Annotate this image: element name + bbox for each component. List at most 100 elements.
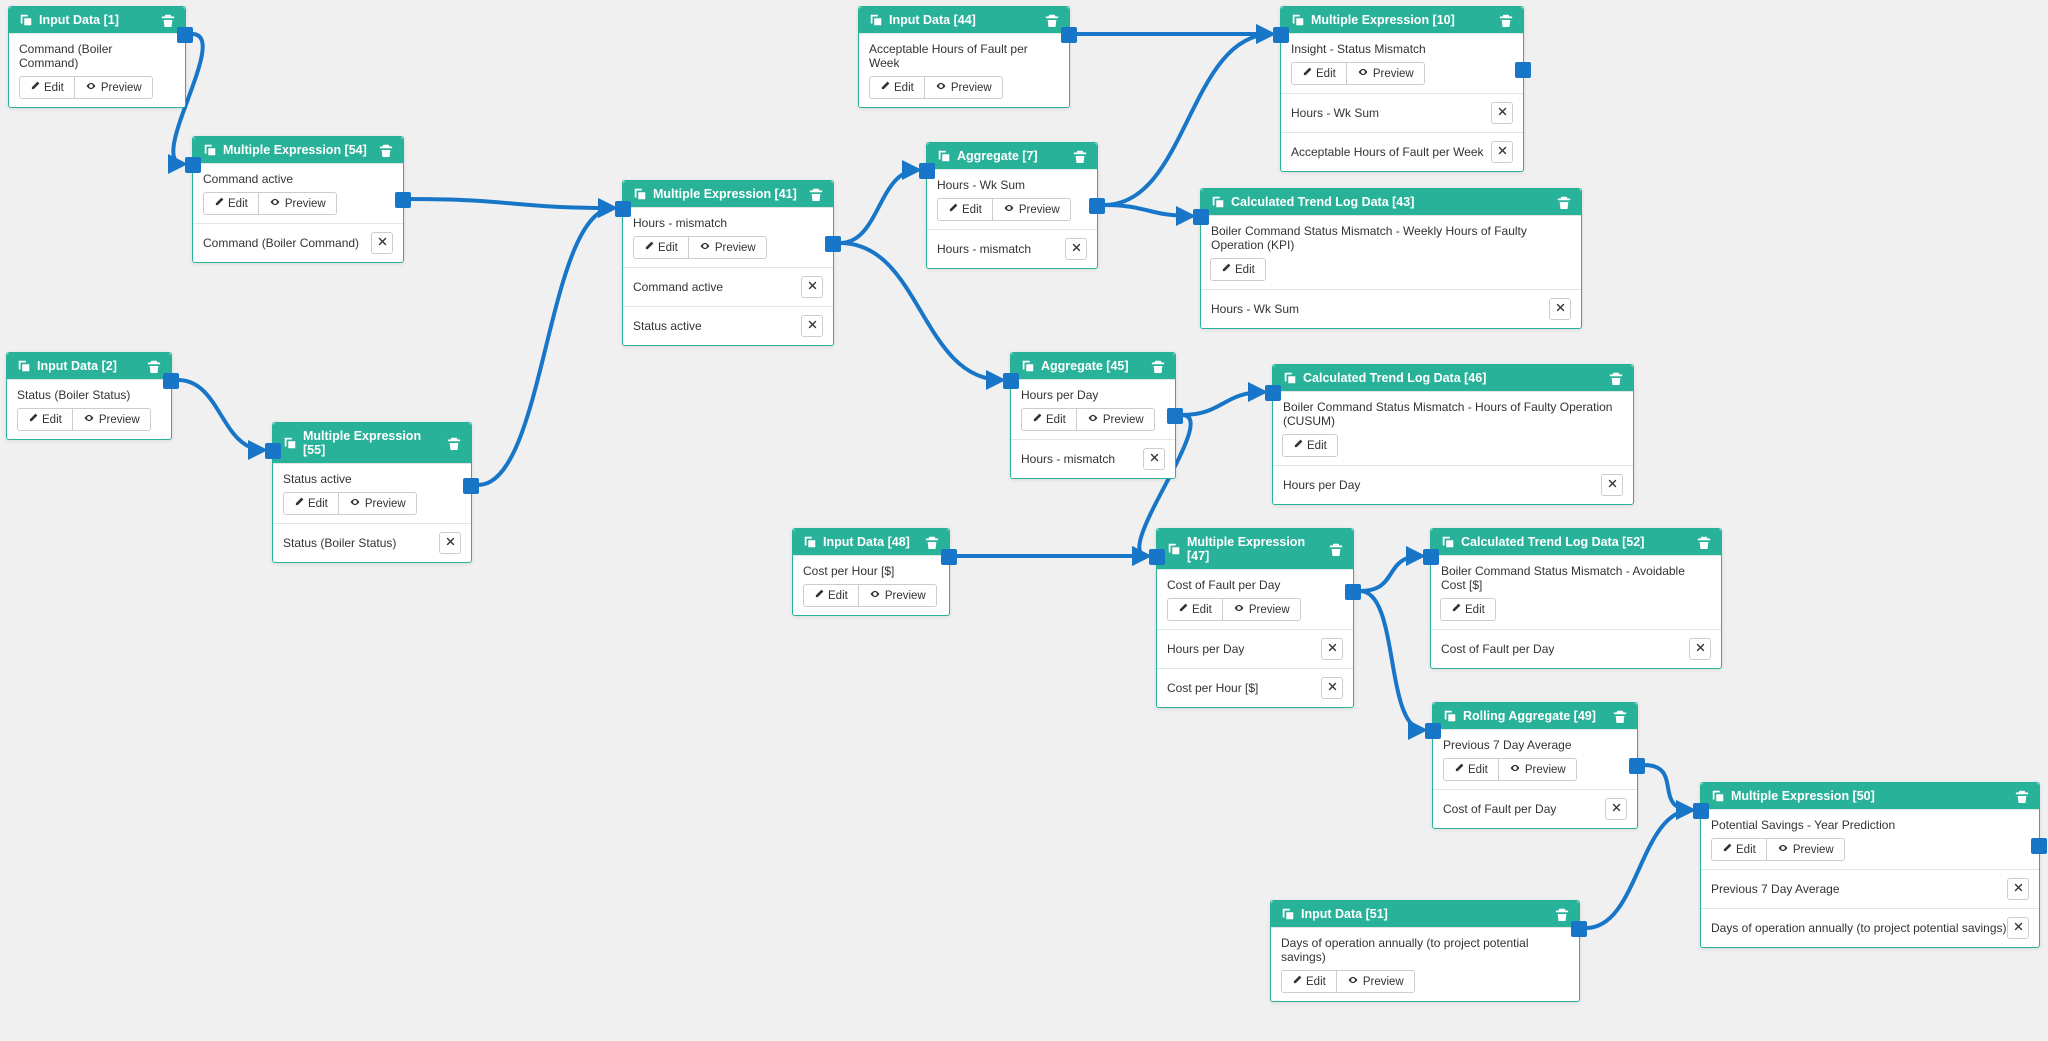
node-n44[interactable]: Input Data [44]Acceptable Hours of Fault… bbox=[858, 6, 1070, 108]
node-n46[interactable]: Calculated Trend Log Data [46]Boiler Com… bbox=[1272, 364, 1634, 505]
preview-button[interactable]: Preview bbox=[992, 198, 1071, 221]
input-port[interactable] bbox=[1149, 549, 1165, 565]
output-port[interactable] bbox=[1167, 408, 1183, 424]
trash-icon[interactable] bbox=[161, 13, 175, 27]
node-header[interactable]: Input Data [51] bbox=[1271, 901, 1579, 927]
node-header[interactable]: Multiple Expression [50] bbox=[1701, 783, 2039, 809]
trash-icon[interactable] bbox=[1555, 907, 1569, 921]
node-n47[interactable]: Multiple Expression [47]Cost of Fault pe… bbox=[1156, 528, 1354, 708]
output-port[interactable] bbox=[395, 192, 411, 208]
input-port[interactable] bbox=[265, 443, 281, 459]
edit-button[interactable]: Edit bbox=[633, 236, 689, 259]
edit-button[interactable]: Edit bbox=[203, 192, 259, 215]
input-port[interactable] bbox=[185, 157, 201, 173]
edit-button[interactable]: Edit bbox=[869, 76, 925, 99]
input-port[interactable] bbox=[1423, 549, 1439, 565]
input-port[interactable] bbox=[1273, 27, 1289, 43]
node-header[interactable]: Multiple Expression [47] bbox=[1157, 529, 1353, 569]
preview-button[interactable]: Preview bbox=[72, 408, 151, 431]
input-port[interactable] bbox=[1693, 803, 1709, 819]
connection-edge[interactable] bbox=[1644, 765, 1692, 810]
trash-icon[interactable] bbox=[147, 359, 161, 373]
trash-icon[interactable] bbox=[1499, 13, 1513, 27]
preview-button[interactable]: Preview bbox=[688, 236, 767, 259]
node-header[interactable]: Input Data [1] bbox=[9, 7, 185, 33]
remove-input-button[interactable] bbox=[371, 232, 393, 254]
edit-button[interactable]: Edit bbox=[1291, 62, 1347, 85]
edit-button[interactable]: Edit bbox=[1021, 408, 1077, 431]
remove-input-button[interactable] bbox=[1601, 474, 1623, 496]
trash-icon[interactable] bbox=[2015, 789, 2029, 803]
node-n50[interactable]: Multiple Expression [50]Potential Saving… bbox=[1700, 782, 2040, 948]
connection-edge[interactable] bbox=[478, 208, 614, 485]
remove-input-button[interactable] bbox=[1321, 638, 1343, 660]
remove-input-button[interactable] bbox=[801, 315, 823, 337]
node-header[interactable]: Aggregate [45] bbox=[1011, 353, 1175, 379]
connection-edge[interactable] bbox=[1104, 34, 1272, 205]
node-n45[interactable]: Aggregate [45]Hours per DayEditPreviewHo… bbox=[1010, 352, 1176, 479]
output-port[interactable] bbox=[825, 236, 841, 252]
node-header[interactable]: Multiple Expression [10] bbox=[1281, 7, 1523, 33]
trash-icon[interactable] bbox=[1045, 13, 1059, 27]
output-port[interactable] bbox=[1571, 921, 1587, 937]
node-header[interactable]: Rolling Aggregate [49] bbox=[1433, 703, 1637, 729]
edit-button[interactable]: Edit bbox=[1440, 598, 1496, 621]
preview-button[interactable]: Preview bbox=[924, 76, 1003, 99]
connection-edge[interactable] bbox=[1104, 205, 1192, 216]
input-port[interactable] bbox=[1193, 209, 1209, 225]
edit-button[interactable]: Edit bbox=[937, 198, 993, 221]
node-n7[interactable]: Aggregate [7]Hours - Wk SumEditPreviewHo… bbox=[926, 142, 1098, 269]
trash-icon[interactable] bbox=[379, 143, 393, 157]
input-port[interactable] bbox=[1265, 385, 1281, 401]
input-port[interactable] bbox=[1003, 373, 1019, 389]
node-n43[interactable]: Calculated Trend Log Data [43]Boiler Com… bbox=[1200, 188, 1582, 329]
node-n55[interactable]: Multiple Expression [55]Status activeEdi… bbox=[272, 422, 472, 563]
trash-icon[interactable] bbox=[1151, 359, 1165, 373]
edit-button[interactable]: Edit bbox=[1282, 434, 1338, 457]
edit-button[interactable]: Edit bbox=[1711, 838, 1767, 861]
remove-input-button[interactable] bbox=[1549, 298, 1571, 320]
trash-icon[interactable] bbox=[809, 187, 823, 201]
node-header[interactable]: Input Data [2] bbox=[7, 353, 171, 379]
node-n41[interactable]: Multiple Expression [41]Hours - mismatch… bbox=[622, 180, 834, 346]
preview-button[interactable]: Preview bbox=[74, 76, 153, 99]
connection-edge[interactable] bbox=[1360, 556, 1422, 591]
output-port[interactable] bbox=[177, 27, 193, 43]
output-port[interactable] bbox=[1061, 27, 1077, 43]
output-port[interactable] bbox=[1089, 198, 1105, 214]
edit-button[interactable]: Edit bbox=[803, 584, 859, 607]
canvas[interactable]: Input Data [1]Command (Boiler Command)Ed… bbox=[0, 0, 2048, 1041]
output-port[interactable] bbox=[1345, 584, 1361, 600]
trash-icon[interactable] bbox=[1557, 195, 1571, 209]
remove-input-button[interactable] bbox=[1605, 798, 1627, 820]
node-n2[interactable]: Input Data [2]Status (Boiler Status)Edit… bbox=[6, 352, 172, 440]
preview-button[interactable]: Preview bbox=[258, 192, 337, 215]
node-n10[interactable]: Multiple Expression [10]Insight - Status… bbox=[1280, 6, 1524, 172]
output-port[interactable] bbox=[2031, 838, 2047, 854]
connection-edge[interactable] bbox=[1360, 591, 1424, 730]
remove-input-button[interactable] bbox=[1321, 677, 1343, 699]
preview-button[interactable]: Preview bbox=[1498, 758, 1577, 781]
node-header[interactable]: Multiple Expression [55] bbox=[273, 423, 471, 463]
node-n52[interactable]: Calculated Trend Log Data [52]Boiler Com… bbox=[1430, 528, 1722, 669]
preview-button[interactable]: Preview bbox=[338, 492, 417, 515]
node-header[interactable]: Input Data [48] bbox=[793, 529, 949, 555]
remove-input-button[interactable] bbox=[1065, 238, 1087, 260]
preview-button[interactable]: Preview bbox=[1222, 598, 1301, 621]
node-header[interactable]: Input Data [44] bbox=[859, 7, 1069, 33]
connection-edge[interactable] bbox=[1182, 392, 1264, 415]
node-header[interactable]: Multiple Expression [54] bbox=[193, 137, 403, 163]
node-n1[interactable]: Input Data [1]Command (Boiler Command)Ed… bbox=[8, 6, 186, 108]
edit-button[interactable]: Edit bbox=[1167, 598, 1223, 621]
input-port[interactable] bbox=[615, 201, 631, 217]
preview-button[interactable]: Preview bbox=[1766, 838, 1845, 861]
preview-button[interactable]: Preview bbox=[1076, 408, 1155, 431]
connection-edge[interactable] bbox=[178, 380, 264, 450]
trash-icon[interactable] bbox=[1697, 535, 1711, 549]
edit-button[interactable]: Edit bbox=[283, 492, 339, 515]
edit-button[interactable]: Edit bbox=[19, 76, 75, 99]
node-header[interactable]: Multiple Expression [41] bbox=[623, 181, 833, 207]
trash-icon[interactable] bbox=[925, 535, 939, 549]
remove-input-button[interactable] bbox=[1689, 638, 1711, 660]
input-port[interactable] bbox=[919, 163, 935, 179]
